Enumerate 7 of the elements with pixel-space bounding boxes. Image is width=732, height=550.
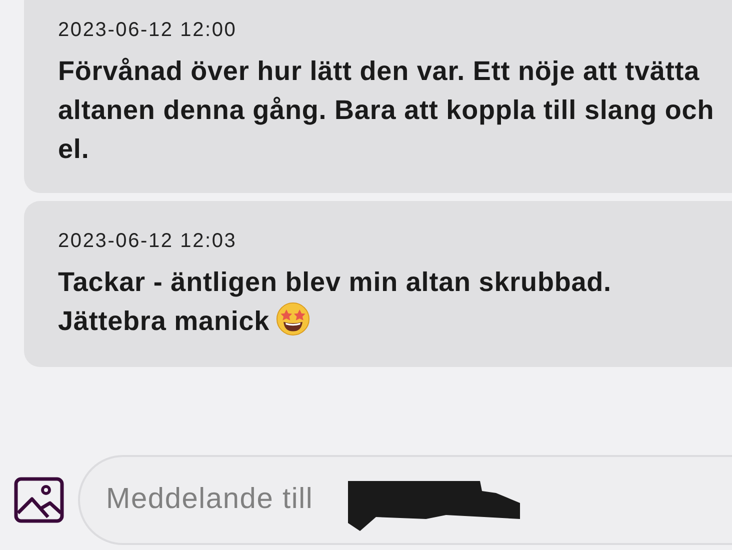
message-field[interactable]: Meddelande till (104, 477, 732, 523)
message-timestamp: 2023-06-12 12:03 (58, 229, 238, 253)
message-timestamp: 2023-06-12 12:00 (58, 18, 238, 42)
message-text: Förvånad över hur lätt den var. Ett nöje att tvätta altanen denna gång. Bara att koppla till slang och el. (58, 56, 714, 164)
message-field[interactable]: Meddelande till (78, 455, 732, 545)
image-icon[interactable] (14, 477, 64, 523)
message-text: Tackar - äntligen blev min altan skrubbad. Jättebra manick (58, 267, 612, 336)
